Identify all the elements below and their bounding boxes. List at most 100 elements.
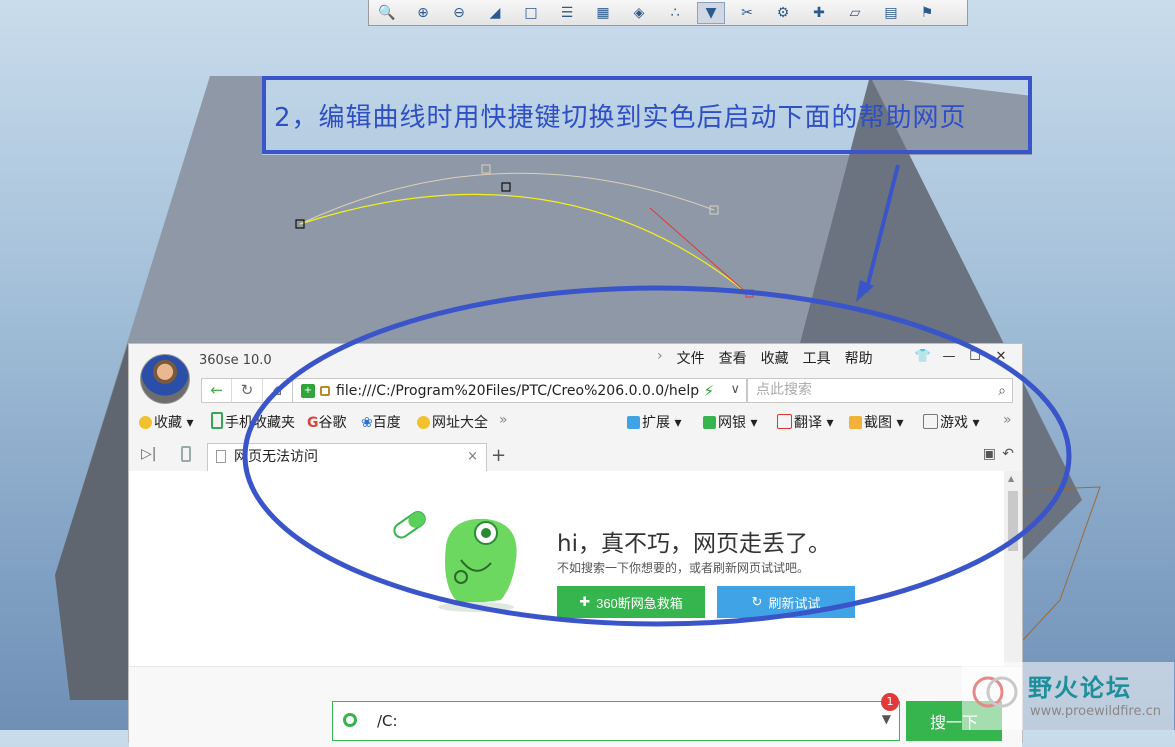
spin-center-icon[interactable]: ▼: [697, 1, 725, 24]
snapshot-icon[interactable]: ▦: [589, 2, 617, 24]
annotation-display-icon[interactable]: ⚙: [769, 2, 797, 24]
nav-buttons: ← ↻ ⌂: [201, 378, 293, 403]
browser-window: 360se 10.0 › 文件 查看 收藏 工具 帮助 👕 — ☐ ✕ ← ↻ …: [128, 343, 1023, 747]
datum-points-icon[interactable]: ∴: [661, 2, 689, 24]
datum-axes-icon[interactable]: ✂: [733, 2, 761, 24]
sidebar-toggle-icon[interactable]: ▷|: [141, 446, 156, 462]
phone-icon: [211, 412, 223, 429]
minimize-button[interactable]: —: [936, 346, 962, 368]
notification-badge: 1: [881, 693, 899, 711]
search-input[interactable]: 点此搜索 ⌕: [747, 378, 1013, 403]
translate-icon: [777, 414, 792, 429]
annotation-callout: 2，编辑曲线时用快捷键切换到实色后启动下面的帮助网页: [262, 76, 1032, 154]
bookmark-mobile-favorites[interactable]: 手机收藏夹: [211, 412, 295, 432]
site-nav-icon: [417, 416, 430, 429]
back-arrow-icon[interactable]: ←: [202, 379, 233, 402]
shield-check-icon: [703, 416, 716, 429]
bottom-search-input[interactable]: /C: ▼: [332, 701, 900, 741]
translate-button[interactable]: 翻译 ▾: [777, 412, 833, 432]
bank-button[interactable]: 网银 ▾: [703, 412, 757, 432]
menu-item-favorites[interactable]: 收藏: [761, 348, 789, 368]
refresh-page-button[interactable]: ↻ 刷新试试: [717, 586, 855, 618]
bookmark-site-nav[interactable]: 网址大全: [417, 412, 488, 432]
toolbar-overflow[interactable]: »: [1003, 412, 1012, 428]
bottom-search-value: /C:: [377, 712, 398, 730]
network-rescue-button[interactable]: ✚ 360断网急救箱: [557, 586, 705, 618]
watermark-url: www.proewildfire.cn: [1030, 704, 1161, 719]
bookmark-bar: 收藏 ▾ 手机收藏夹 G谷歌 ❀百度 网址大全 » 扩展 ▾ 网银 ▾ 翻译 ▾…: [137, 412, 1017, 434]
menu-item-view[interactable]: 查看: [719, 348, 747, 368]
menu-bar: › 文件 查看 收藏 工具 帮助: [657, 348, 887, 368]
gamepad-icon: [923, 414, 938, 429]
search-icon[interactable]: ⌕: [998, 380, 1006, 403]
repaint-icon[interactable]: ◢: [481, 2, 509, 24]
search-engine-logo-icon: [343, 713, 357, 727]
extensions-button[interactable]: 扩展 ▾: [627, 412, 681, 432]
browser-title-bar: 360se 10.0 › 文件 查看 收藏 工具 帮助 👕 — ☐ ✕: [129, 344, 1022, 404]
app-name: 360se 10.0: [199, 353, 272, 368]
google-icon: G: [307, 415, 319, 431]
perspective-icon[interactable]: ▤: [877, 2, 905, 24]
bookmark-baidu[interactable]: ❀百度: [361, 412, 401, 432]
home-icon[interactable]: ⌂: [263, 379, 292, 402]
baidu-paw-icon: ❀: [361, 415, 373, 431]
zoom-in-icon[interactable]: ⊕: [409, 2, 437, 24]
tab-bar: ▷| 网页无法访问 × + ▣ ↶: [129, 443, 1022, 471]
menu-item-file[interactable]: 文件: [677, 348, 705, 368]
screenshot-button[interactable]: 截图 ▾: [849, 412, 903, 432]
url-text: file:///C:/Program%20Files/PTC/Creo%206.…: [336, 382, 700, 399]
refresh-icon: ↻: [751, 594, 763, 609]
annotation-text: 2，编辑曲线时用快捷键切换到实色后启动下面的帮助网页: [274, 102, 967, 133]
menu-item-tools[interactable]: 工具: [803, 348, 831, 368]
close-button[interactable]: ✕: [988, 346, 1014, 368]
mobile-icon[interactable]: [181, 446, 191, 462]
error-subtext: 不如搜索一下你想要的，或者刷新网页试试吧。: [557, 561, 810, 575]
error-mascot-illustration: [393, 511, 517, 612]
bookmark-icon[interactable]: ⚑: [913, 2, 941, 24]
view-orient-icon[interactable]: □: [517, 2, 545, 24]
zoom-fit-icon[interactable]: 🔍: [373, 2, 401, 24]
undo-close-icon[interactable]: ↶: [1002, 446, 1014, 462]
games-button[interactable]: 游戏 ▾: [923, 412, 979, 432]
extensions-icon: [627, 416, 640, 429]
error-headline: hi，真不巧，网页走丢了。: [557, 531, 831, 557]
scroll-up-icon[interactable]: ▲: [1008, 474, 1014, 483]
lock-icon: [320, 385, 330, 396]
vertical-scrollbar[interactable]: ▲: [1004, 471, 1022, 666]
scissors-icon: [849, 416, 862, 429]
tab-close-icon[interactable]: ×: [467, 444, 478, 470]
chevron-down-icon[interactable]: ∨: [730, 382, 740, 397]
skin-button[interactable]: 👕: [910, 346, 936, 368]
bookmark-more[interactable]: »: [499, 412, 508, 428]
scroll-thumb[interactable]: [1008, 491, 1018, 551]
watermark-title: 野火论坛: [1028, 674, 1132, 702]
model-left-face: [55, 343, 128, 700]
zoom-out-icon[interactable]: ⊖: [445, 2, 473, 24]
page-content: hi，真不巧，网页走丢了。 不如搜索一下你想要的，或者刷新网页试试吧。 ✚ 36…: [129, 471, 1022, 747]
forum-logo-icon: [972, 676, 1018, 708]
menu-item-help[interactable]: 帮助: [845, 348, 873, 368]
tab-title: 网页无法访问: [234, 449, 318, 465]
tab-active[interactable]: 网页无法访问 ×: [207, 443, 487, 471]
bookmark-google[interactable]: G谷歌: [307, 412, 347, 432]
page-icon: [216, 450, 226, 463]
chevron-right-icon[interactable]: ›: [657, 348, 663, 368]
search-placeholder: 点此搜索: [756, 382, 812, 398]
chevron-down-icon[interactable]: ▼: [882, 712, 891, 726]
cad-view-toolbar: 🔍 ⊕ ⊖ ◢ □ ☰ ▦ ◈ ∴ ▼ ✂ ⚙ ✚ ▱ ▤ ⚑: [368, 0, 968, 26]
new-tab-button[interactable]: +: [491, 445, 506, 466]
lightning-icon[interactable]: ⚡: [703, 382, 714, 400]
display-style-icon[interactable]: ◈: [625, 2, 653, 24]
tab-manager-icon[interactable]: ▣: [983, 446, 996, 462]
saved-views-icon[interactable]: ☰: [553, 2, 581, 24]
csys-display-icon[interactable]: ▱: [841, 2, 869, 24]
first-aid-icon: ✚: [579, 594, 591, 609]
address-bar-row: ← ↻ ⌂ + file:///C:/Program%20Files/PTC/C…: [199, 378, 1014, 404]
refresh-icon[interactable]: ↻: [232, 379, 263, 402]
shield-icon[interactable]: +: [301, 383, 315, 398]
url-field[interactable]: + file:///C:/Program%20Files/PTC/Creo%20…: [293, 378, 747, 403]
bookmark-favorites[interactable]: 收藏 ▾: [139, 412, 193, 432]
user-avatar[interactable]: [140, 354, 190, 404]
maximize-button[interactable]: ☐: [962, 346, 988, 368]
plane-display-icon[interactable]: ✚: [805, 2, 833, 24]
